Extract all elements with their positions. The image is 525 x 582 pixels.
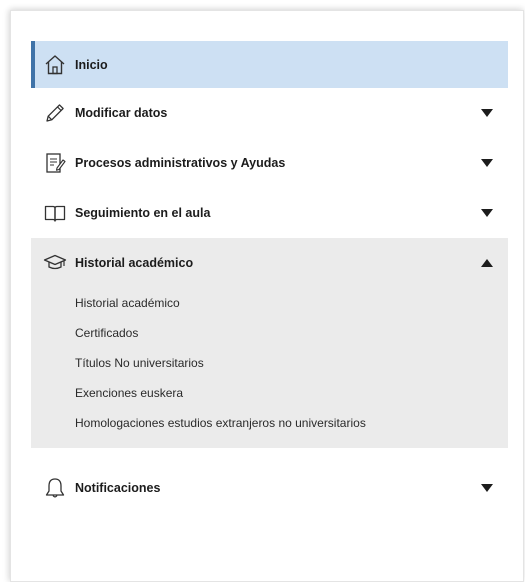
submenu-item-homologaciones[interactable]: Homologaciones estudios extranjeros no u… — [31, 408, 508, 438]
submenu-item-exenciones-euskera[interactable]: Exenciones euskera — [31, 378, 508, 408]
chevron-up-icon[interactable] — [480, 258, 494, 268]
menu-item-historial-academico[interactable]: Historial académico — [31, 238, 508, 288]
submenu-item-historial-academico[interactable]: Historial académico — [31, 288, 508, 318]
book-icon — [44, 205, 66, 222]
menu-item-modificar-datos[interactable]: Modificar datos — [31, 88, 508, 138]
side-menu: Inicio Modificar datos Procesos administ… — [31, 41, 508, 513]
graduation-cap-icon — [43, 254, 67, 270]
submenu-item-certificados[interactable]: Certificados — [31, 318, 508, 348]
document-icon — [46, 153, 66, 173]
pencil-icon — [46, 104, 64, 122]
menu-item-procesos-administrativos[interactable]: Procesos administrativos y Ayudas — [31, 138, 508, 188]
menu-item-inicio[interactable]: Inicio — [31, 41, 508, 88]
menu-item-label: Notificaciones — [75, 481, 161, 495]
home-icon — [45, 54, 65, 74]
menu-item-label: Inicio — [75, 57, 108, 72]
side-menu-panel: Inicio Modificar datos Procesos administ… — [10, 10, 524, 582]
menu-item-label: Modificar datos — [75, 106, 168, 120]
bell-icon — [45, 478, 65, 498]
menu-item-notificaciones[interactable]: Notificaciones — [31, 463, 508, 513]
menu-item-seguimiento-aula[interactable]: Seguimiento en el aula — [31, 188, 508, 238]
submenu-item-titulos-no-universitarios[interactable]: Títulos No universitarios — [31, 348, 508, 378]
menu-item-label: Historial académico — [75, 256, 194, 270]
menu-item-label: Procesos administrativos y Ayudas — [75, 156, 286, 170]
chevron-down-icon[interactable] — [480, 208, 494, 218]
chevron-down-icon[interactable] — [480, 108, 494, 118]
chevron-down-icon[interactable] — [480, 158, 494, 168]
menu-item-label: Seguimiento en el aula — [75, 206, 211, 220]
chevron-down-icon[interactable] — [480, 483, 494, 493]
menu-section-historial-academico: Historial académico Historial académico … — [31, 238, 508, 448]
